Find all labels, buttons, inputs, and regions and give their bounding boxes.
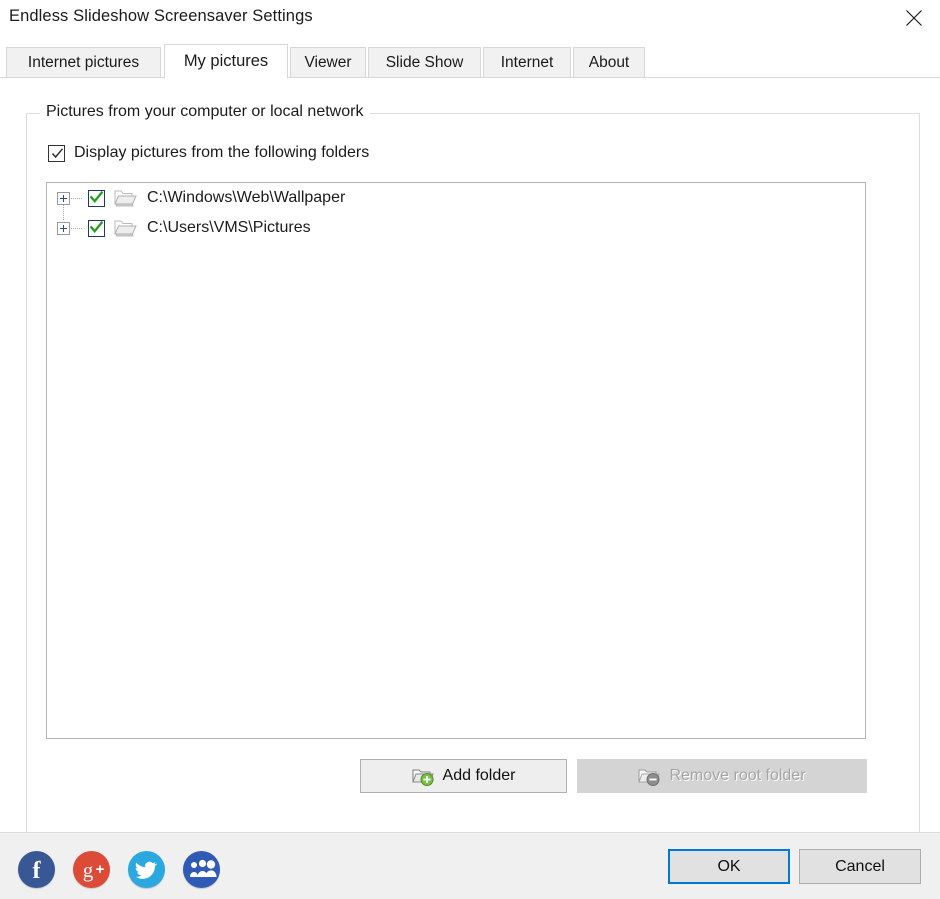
tab-about[interactable]: About xyxy=(573,47,645,78)
twitter-icon[interactable] xyxy=(128,851,165,888)
expand-plus-icon[interactable] xyxy=(57,221,70,235)
expand-plus-icon[interactable] xyxy=(57,191,70,205)
tab-panel-my-pictures: Pictures from your computer or local net… xyxy=(0,78,940,837)
title-bar: Endless Slideshow Screensaver Settings xyxy=(0,0,940,38)
remove-root-folder-label: Remove root folder xyxy=(669,767,806,784)
folder-tree-view[interactable]: C:\Windows\Web\Wallpaper C:\Users\VMS\Pic… xyxy=(46,182,866,739)
check-mark-icon xyxy=(51,147,64,160)
checkbox-box xyxy=(48,144,65,162)
svg-text:g: g xyxy=(83,858,94,882)
folder-add-icon xyxy=(411,767,434,786)
tab-viewer[interactable]: Viewer xyxy=(290,47,366,78)
tree-item-path: C:\Windows\Web\Wallpaper xyxy=(147,189,346,206)
tab-label: About xyxy=(588,53,630,71)
cancel-button[interactable]: Cancel xyxy=(799,849,921,884)
window-title: Endless Slideshow Screensaver Settings xyxy=(9,7,313,25)
tab-internet[interactable]: Internet xyxy=(483,47,571,78)
tree-item[interactable]: C:\Windows\Web\Wallpaper xyxy=(47,183,865,221)
tab-label: My pictures xyxy=(183,52,269,70)
tree-dotted-link xyxy=(71,227,82,229)
tab-label: Viewer xyxy=(304,53,352,71)
close-x-icon xyxy=(905,9,923,27)
folder-icon xyxy=(113,218,137,238)
display-folders-checkbox[interactable]: Display pictures from the following fold… xyxy=(48,144,369,162)
add-folder-label: Add folder xyxy=(442,767,516,784)
svg-text:+: + xyxy=(96,861,105,878)
folder-icon xyxy=(113,188,137,208)
bottom-bar: OK Cancel f g + xyxy=(0,832,940,899)
tree-item[interactable]: C:\Users\VMS\Pictures xyxy=(47,213,865,243)
tab-label: Internet pictures xyxy=(27,53,140,71)
googleplus-icon[interactable]: g + xyxy=(73,851,110,888)
check-mark-icon xyxy=(89,220,104,234)
tab-my-pictures[interactable]: My pictures xyxy=(164,44,288,79)
myspace-icon[interactable] xyxy=(183,851,220,888)
group-box-legend: Pictures from your computer or local net… xyxy=(40,103,371,121)
ok-button[interactable]: OK xyxy=(668,849,790,884)
tab-internet-pictures[interactable]: Internet pictures xyxy=(6,47,161,78)
tab-bar: Internet pictures My pictures Viewer Slide … xyxy=(0,44,940,79)
facebook-icon[interactable]: f xyxy=(18,851,55,888)
ok-label: OK xyxy=(717,857,741,875)
display-folders-label: Display pictures from the following fold… xyxy=(74,144,370,161)
close-button[interactable] xyxy=(894,2,934,34)
svg-text:f: f xyxy=(33,858,42,884)
tree-item-checkbox[interactable] xyxy=(88,189,105,207)
add-folder-button[interactable]: Add folder xyxy=(360,759,567,793)
cancel-label: Cancel xyxy=(835,857,885,875)
check-mark-icon xyxy=(89,190,104,204)
tab-label: Slide Show xyxy=(385,53,464,71)
tree-dotted-link xyxy=(71,197,82,199)
tab-label: Internet xyxy=(500,53,554,71)
tree-item-checkbox[interactable] xyxy=(88,219,105,237)
folder-remove-icon xyxy=(638,767,661,786)
tree-item-path: C:\Users\VMS\Pictures xyxy=(147,219,311,236)
remove-root-folder-button: Remove root folder xyxy=(577,759,867,793)
tab-slide-show[interactable]: Slide Show xyxy=(368,47,481,78)
